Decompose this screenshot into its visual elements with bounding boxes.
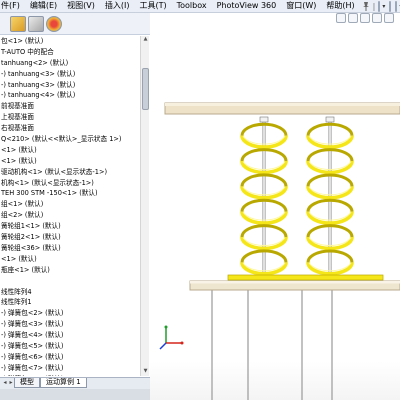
spring-cap: [325, 116, 335, 123]
spring-seat: [227, 274, 384, 281]
tree-item[interactable]: <1> (默认): [0, 145, 147, 156]
tree-item[interactable]: 组<1> (默认): [0, 199, 147, 210]
tree-item[interactable]: 组<2> (默认): [0, 210, 147, 221]
tree-item[interactable]: 右视基准面: [0, 123, 147, 134]
tree-item[interactable]: -) 弹簧包<4> (默认): [0, 330, 147, 341]
tree-item[interactable]: <1> (默认): [0, 254, 147, 265]
tree-item[interactable]: 簧轮组<36> (默认): [0, 243, 147, 254]
tree-item[interactable]: -) 弹簧包<3> (默认): [0, 319, 147, 330]
menu-toolbox[interactable]: Toolbox: [172, 0, 212, 12]
tree-item[interactable]: 簧轮组1<1> (默认): [0, 221, 147, 232]
menu-separator: |: [372, 1, 376, 11]
section-view-icon[interactable]: [372, 13, 382, 23]
display-manager-icon[interactable]: [46, 15, 62, 32]
zoom-to-fit-icon[interactable]: [336, 13, 346, 23]
tree-item[interactable]: T-AUTO 中的配合: [0, 47, 147, 58]
save-icon[interactable]: [395, 0, 398, 12]
tree-item[interactable]: 前视基准面: [0, 101, 147, 112]
tree-item[interactable]: -) tanhuang<4> (默认): [0, 90, 147, 101]
configuration-manager-icon[interactable]: [28, 15, 44, 32]
menu-bar: 件(F) 编辑(E) 视图(V) 插入(I) 工具(T) Toolbox Pho…: [0, 0, 400, 13]
pin-icon[interactable]: [362, 1, 370, 12]
tree-scrollbar[interactable]: ▲ ▼: [140, 36, 149, 376]
view-orientation-icon[interactable]: [384, 13, 394, 23]
menu-edit[interactable]: 编辑(E): [25, 0, 62, 12]
tree-item[interactable]: tanhuang<2> (默认): [0, 58, 147, 69]
tab-model[interactable]: 模型: [14, 378, 40, 388]
scroll-up-arrow-icon[interactable]: ▲: [141, 36, 150, 44]
view-toolbar: [310, 13, 400, 25]
feature-manager-toolbar: [0, 13, 150, 35]
tree-item[interactable]: 簧轮组2<1> (默认): [0, 232, 147, 243]
menu-tools[interactable]: 工具(T): [134, 0, 171, 12]
tree-item[interactable]: -) tanhuang<3> (默认): [0, 69, 147, 80]
chevron-down-icon[interactable]: ▾: [382, 3, 385, 10]
tree-item[interactable]: 机构<1> (默认<显示状态-1>): [0, 178, 147, 189]
tree-item[interactable]: 线性阵列4: [0, 287, 147, 298]
new-document-icon[interactable]: [378, 0, 381, 12]
menu-help[interactable]: 帮助(H): [321, 0, 359, 12]
menu-view[interactable]: 视图(V): [62, 0, 100, 12]
tree-item[interactable]: 瓶座<1> (默认): [0, 265, 147, 276]
open-folder-icon[interactable]: [389, 0, 392, 12]
tree-item[interactable]: 上视基准面: [0, 112, 147, 123]
spring-cap: [259, 116, 269, 123]
menu-file[interactable]: 件(F): [0, 0, 25, 12]
previous-view-icon[interactable]: [360, 13, 370, 23]
tree-item[interactable]: -) 弹簧包<8> (默认): [0, 374, 147, 376]
spring-assembly-model[interactable]: [150, 13, 400, 400]
tree-item[interactable]: -) tanhuang<3> (默认): [0, 80, 147, 91]
top-plate-face: [165, 103, 400, 106]
tree-item[interactable]: 线性阵列1: [0, 297, 147, 308]
axis-triad-icon: [159, 325, 184, 350]
tree-item[interactable]: -) 弹簧包<6> (默认): [0, 352, 147, 363]
base-plate-face: [190, 281, 400, 284]
tree-item[interactable]: 驱动机构<1> (默认<显示状态-1>): [0, 167, 147, 178]
tree-item[interactable]: -) 弹簧包<2> (默认): [0, 308, 147, 319]
tree-item[interactable]: -) 弹簧包<5> (默认): [0, 341, 147, 352]
menu-insert[interactable]: 插入(I): [100, 0, 135, 12]
tree-item[interactable]: [0, 276, 147, 287]
menu-window[interactable]: 窗口(W): [281, 0, 321, 12]
status-strip: [0, 389, 150, 400]
tab-motion-study[interactable]: 运动算例 1: [40, 378, 87, 388]
property-manager-icon[interactable]: [10, 15, 26, 32]
tree-item[interactable]: -) 弹簧包<7> (默认): [0, 363, 147, 374]
feature-tree: 包<1> (默认) T-AUTO 中的配合 tanhuang<2> (默认) -) t…: [0, 36, 148, 376]
tree-item[interactable]: TEH 300 STM -150<1> (默认): [0, 188, 147, 199]
tree-item[interactable]: <1> (默认): [0, 156, 147, 167]
menu-photoview[interactable]: PhotoView 360: [212, 0, 282, 12]
zoom-area-icon[interactable]: [348, 13, 358, 23]
scroll-down-arrow-icon[interactable]: ▼: [141, 368, 150, 376]
graphics-viewport[interactable]: [150, 13, 400, 400]
tree-item[interactable]: 包<1> (默认): [0, 36, 147, 47]
scroll-thumb[interactable]: [142, 68, 149, 110]
tree-item[interactable]: Q<210> (默认<<默认>_显示状态 1>): [0, 134, 147, 145]
